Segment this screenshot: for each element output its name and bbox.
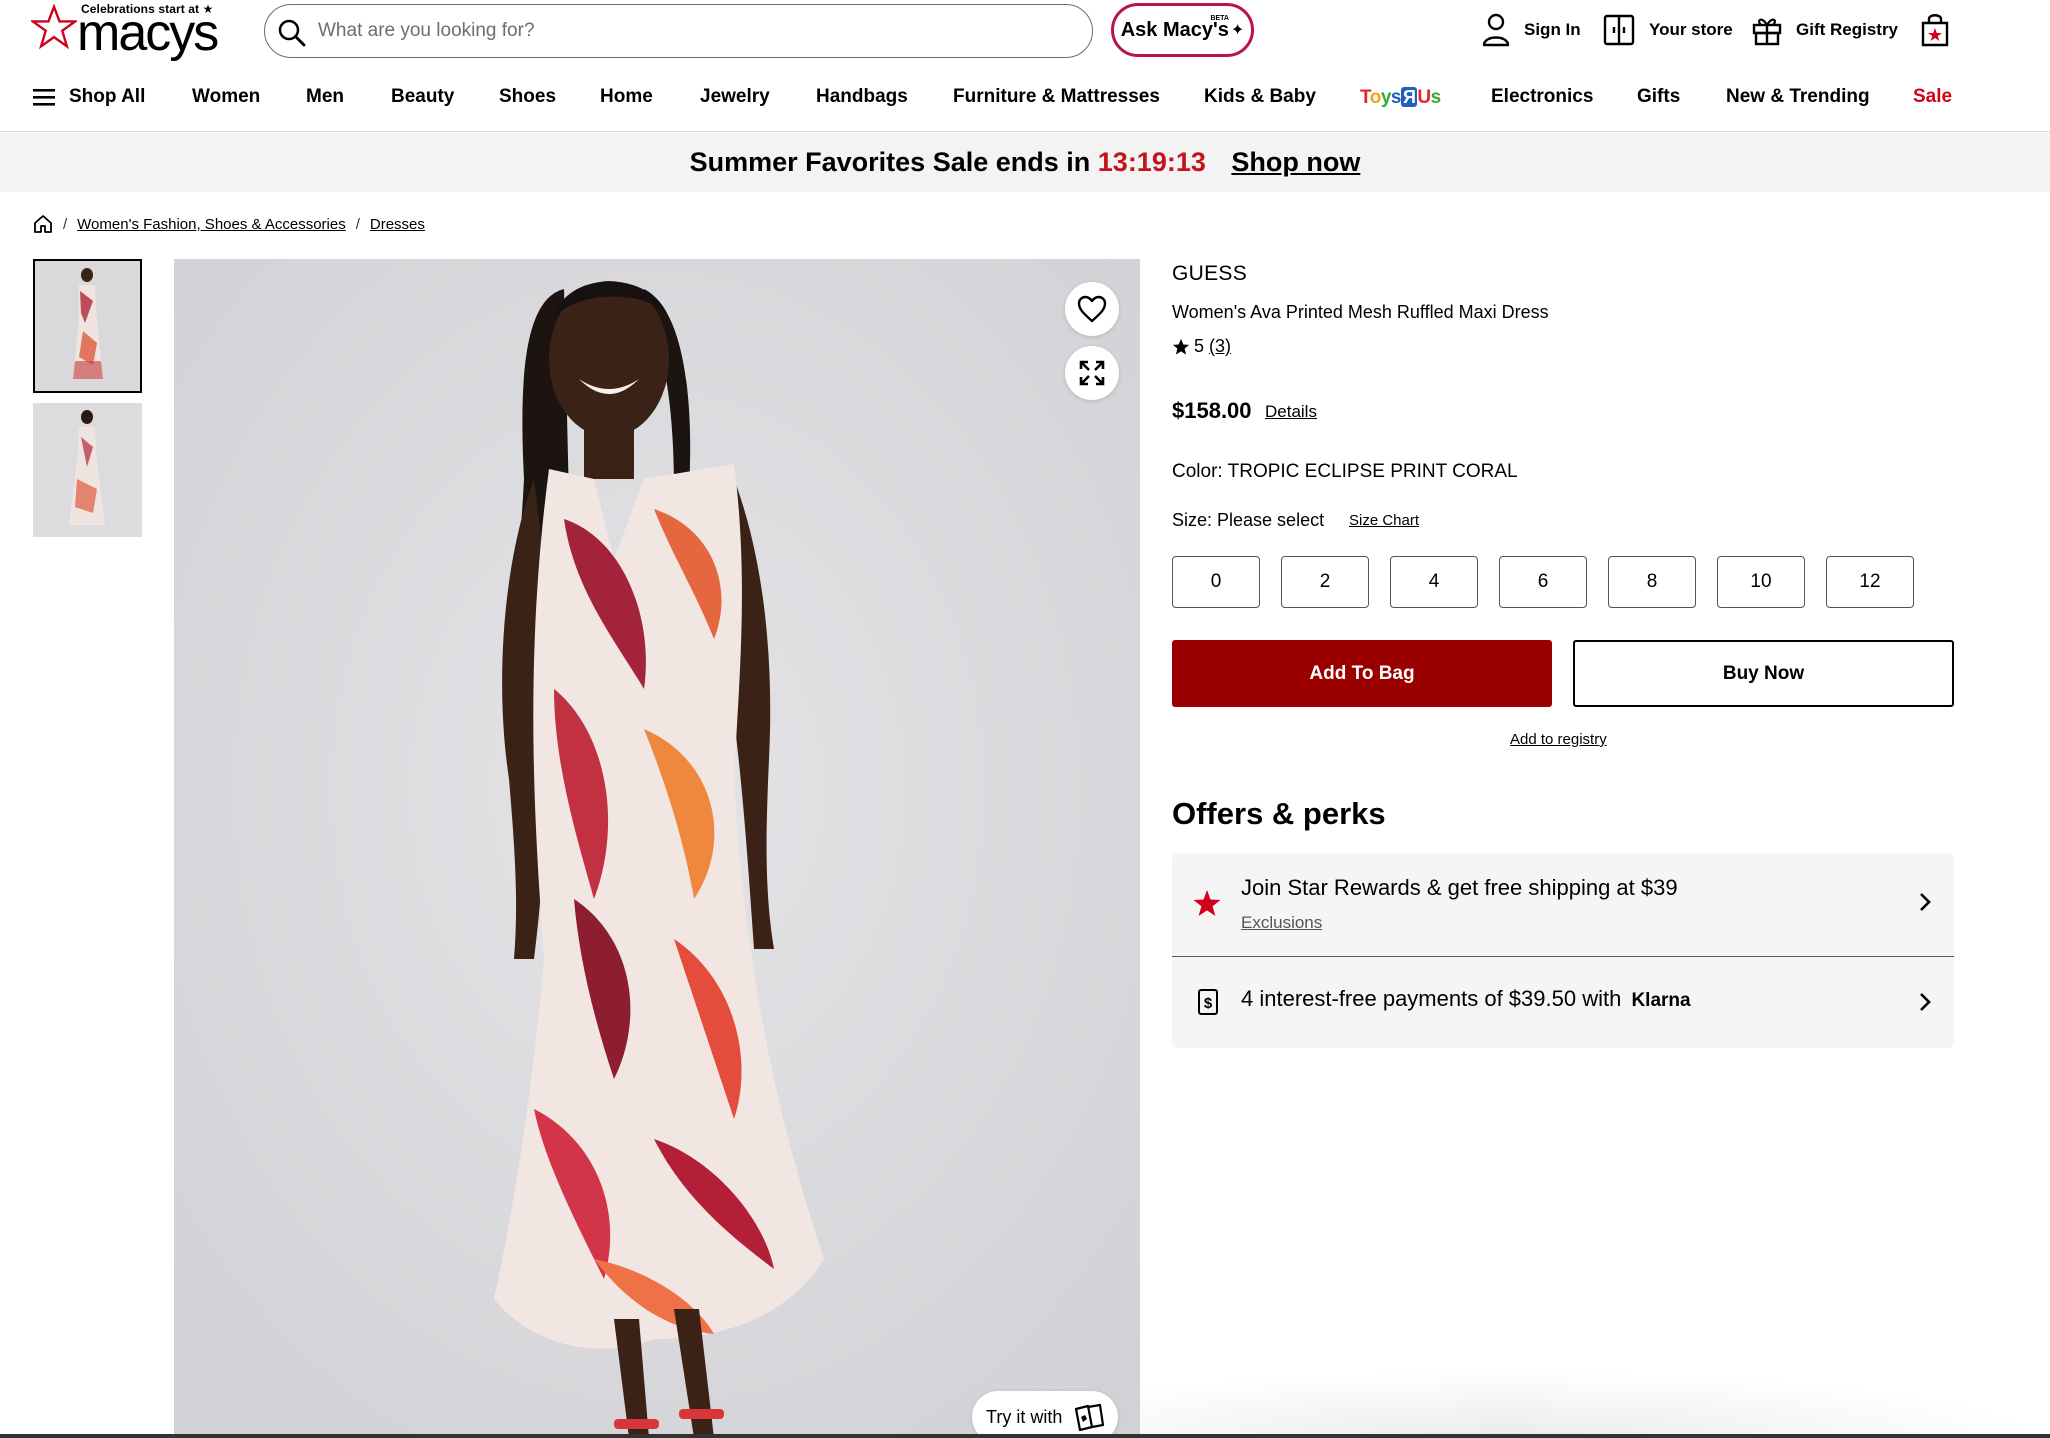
product-thumbnail-2[interactable] [33,403,142,537]
hamburger-icon [33,89,55,106]
star-icon [31,4,77,50]
bottom-edge-bar [0,1434,2050,1438]
add-to-favorites-button[interactable] [1065,282,1119,336]
nav-new-trending[interactable]: New & Trending [1726,86,1870,108]
color-label: Color: TROPIC ECLIPSE PRINT CORAL [1172,461,1518,482]
klarna-offer-text: 4 interest-free payments of $39.50 with … [1241,986,1691,1012]
try-it-with-label: Try it with [986,1406,1063,1427]
size-label: Size: Please select [1172,510,1325,530]
shop-all-label: Shop All [69,86,146,107]
exclusions-link[interactable]: Exclusions [1241,913,1322,933]
user-icon [1482,13,1510,47]
size-option-2[interactable]: 2 [1281,556,1369,608]
nav-men[interactable]: Men [306,86,344,108]
offers-heading: Offers & perks [1172,796,1386,831]
size-chart-link[interactable]: Size Chart [1349,512,1419,529]
size-option-4[interactable]: 4 [1390,556,1478,608]
chevron-right-icon [1920,993,1931,1011]
nav-kids-baby[interactable]: Kids & Baby [1204,86,1316,108]
sparkle-icon: ✦ [1230,22,1245,39]
breadcrumb-separator: / [355,215,360,233]
sign-in-label: Sign In [1524,20,1581,39]
expand-icon [1079,360,1105,386]
nav-toys-r-us-logo[interactable]: Toys Я Us [1360,87,1441,109]
review-count-link[interactable]: (3) [1209,336,1231,357]
nav-gifts[interactable]: Gifts [1637,86,1680,108]
bottom-shadow [1140,1370,2050,1438]
offers-panel: Join Star Rewards & get free shipping at… [1172,853,1954,1048]
breadcrumb: / Women's Fashion, Shoes & Accessories /… [33,214,425,234]
size-option-10[interactable]: 10 [1717,556,1805,608]
size-option-0[interactable]: 0 [1172,556,1260,608]
product-brand[interactable]: GUESS [1172,262,1247,286]
product-price: $158.00 [1172,398,1252,423]
payment-icon: $ [1198,989,1218,1015]
sign-in-link[interactable]: Sign In [1482,12,1581,48]
buy-now-button[interactable]: Buy Now [1573,640,1954,707]
heart-icon [1077,295,1107,323]
product-photo-model [174,259,1140,1438]
beta-badge: BETA [1210,15,1229,22]
nav-handbags[interactable]: Handbags [816,86,908,108]
search-icon [278,19,306,47]
thumbnail-image-back [33,403,142,537]
rating-value: 5 [1194,336,1205,356]
gift-icon [1752,18,1782,46]
promo-timer: 13:19:13 [1097,147,1206,177]
cards-icon [1075,1403,1105,1431]
size-options: 0 2 4 6 8 10 12 [1172,556,1914,608]
nav-women[interactable]: Women [192,86,260,108]
star-rewards-text: Join Star Rewards & get free shipping at… [1241,875,1678,900]
try-it-with-button[interactable]: Try it with [972,1391,1118,1438]
breadcrumb-dresses[interactable]: Dresses [370,216,425,233]
your-store-label: Your store [1649,20,1733,39]
nav-electronics[interactable]: Electronics [1491,86,1593,108]
promo-text: Summer Favorites Sale ends in [689,147,1091,177]
add-to-registry-link[interactable]: Add to registry [1510,731,1607,748]
nav-sale[interactable]: Sale [1913,86,1952,108]
breadcrumb-separator: / [63,215,68,233]
star-rating-icon [1172,338,1190,355]
star-rewards-offer[interactable]: Join Star Rewards & get free shipping at… [1172,853,1954,957]
logo-wordmark: macys [77,4,219,62]
size-option-8[interactable]: 8 [1608,556,1696,608]
nav-furniture-mattresses[interactable]: Furniture & Mattresses [953,86,1160,108]
shop-all-menu[interactable]: Shop All [33,86,145,108]
product-thumbnail-1[interactable] [33,259,142,393]
promo-shop-now-link[interactable]: Shop now [1231,147,1360,177]
nav-home[interactable]: Home [600,86,653,108]
svg-text:$: $ [1204,995,1213,1012]
size-option-6[interactable]: 6 [1499,556,1587,608]
main-nav: Shop All Women Men Beauty Shoes Home Jew… [0,80,2050,132]
nav-jewelry[interactable]: Jewelry [700,86,770,108]
product-main-image[interactable] [174,259,1140,1438]
shopping-bag-icon [1921,14,1949,47]
chevron-right-icon [1920,893,1931,911]
nav-shoes[interactable]: Shoes [499,86,556,108]
search-bar[interactable] [264,4,1093,58]
klarna-logo: Klarna [1631,990,1691,1011]
thumbnail-image-front [35,261,140,391]
price-details-link[interactable]: Details [1265,402,1317,422]
your-store-link[interactable]: Your store [1603,12,1733,48]
ask-macys-button[interactable]: Ask Macy's ✦ BETA [1111,3,1254,57]
klarna-text: 4 interest-free payments of $39.50 with [1241,986,1622,1011]
store-icon [1603,14,1635,46]
gift-registry-link[interactable]: Gift Registry [1752,12,1898,48]
gift-registry-label: Gift Registry [1796,20,1899,39]
promo-banner: Summer Favorites Sale ends in 13:19:13 S… [0,133,2050,192]
shopping-bag-button[interactable] [1920,12,1964,48]
add-to-bag-button[interactable]: Add To Bag [1172,640,1552,707]
expand-image-button[interactable] [1065,346,1119,400]
home-icon[interactable] [33,214,53,234]
product-name: Women's Ava Printed Mesh Ruffled Maxi Dr… [1172,302,1549,322]
macys-logo[interactable]: Celebrations start at ★ macys [31,2,231,60]
breadcrumb-womens-fashion[interactable]: Women's Fashion, Shoes & Accessories [77,216,346,233]
size-option-12[interactable]: 12 [1826,556,1914,608]
star-rewards-icon [1193,890,1221,916]
nav-beauty[interactable]: Beauty [391,86,454,108]
search-input[interactable] [318,13,1058,49]
product-rating[interactable]: 5 (3) [1172,336,1231,357]
